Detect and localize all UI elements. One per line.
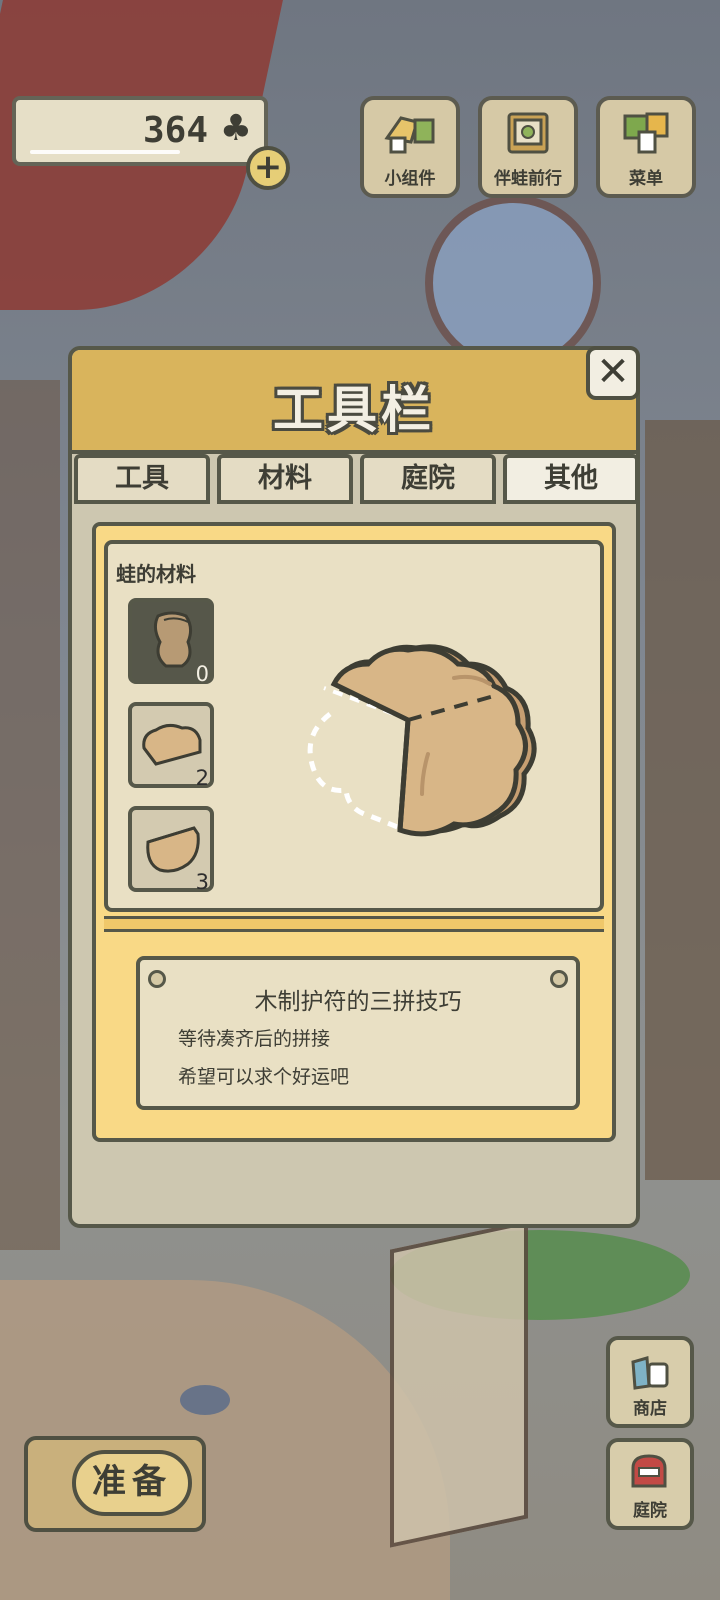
description-card: 木制护符的三拼技巧 等待凑齐后的拼接 希望可以求个好运吧	[136, 956, 580, 1110]
item-count: 0	[195, 662, 209, 686]
clover-counter: 364 ♣	[12, 96, 268, 166]
prepare-button[interactable]: 准备	[24, 1436, 206, 1532]
garden-button-label: 庭院	[633, 1501, 667, 1521]
travel-button-label: 伴蛙前行	[494, 169, 562, 189]
item-count: 3	[195, 870, 209, 894]
garden-mailbox-icon	[625, 1450, 675, 1494]
panel-divider	[104, 916, 604, 932]
left-shelf	[0, 380, 60, 1250]
description-line-1: 等待凑齐后的拼接	[178, 1028, 331, 1050]
shop-button[interactable]: 商店	[606, 1336, 694, 1428]
garden-button[interactable]: 庭院	[606, 1438, 694, 1530]
clover-icon: ♣	[219, 108, 252, 149]
item-slot-1[interactable]: 0	[128, 598, 214, 686]
clover-highlight	[30, 150, 180, 154]
tab-garden[interactable]: 庭院	[360, 454, 496, 504]
shop-bag-icon	[625, 1348, 675, 1392]
items-panel: 蛙的材料 0 2 3 木制护符的三拼技巧 等待凑齐后的拼接 希望可以求个好运吧	[92, 522, 616, 1142]
travel-button[interactable]: 伴蛙前行	[478, 96, 578, 198]
widget-icon	[381, 108, 439, 158]
category-label: 蛙的材料	[116, 562, 196, 586]
clover-count: 364	[142, 110, 208, 151]
widget-button[interactable]: 小组件	[360, 96, 460, 198]
item-slot-2[interactable]: 2	[128, 702, 214, 790]
toolbox-dialog: 工具栏 ✕ 工具 材料 庭院 其他 蛙的材料 0 2 3 木制护符的三拼技巧 等…	[68, 346, 640, 1228]
tab-tools[interactable]: 工具	[74, 454, 210, 504]
widget-button-label: 小组件	[384, 169, 436, 189]
description-line-2: 希望可以求个好运吧	[178, 1066, 350, 1088]
prepare-label: 准备	[72, 1450, 192, 1516]
blue-rock	[180, 1385, 230, 1415]
right-shelf	[645, 420, 720, 1180]
travel-album-icon	[499, 108, 557, 158]
item-count: 2	[195, 766, 209, 790]
menu-button[interactable]: 菜单	[596, 96, 696, 198]
menu-button-label: 菜单	[629, 169, 663, 189]
close-button[interactable]: ✕	[586, 346, 640, 400]
menu-cards-icon	[617, 108, 675, 158]
wood-amulet-piece-icon	[153, 611, 193, 668]
round-window	[425, 195, 601, 371]
wood-amulet-assembly-icon	[307, 644, 537, 837]
dialog-header: 工具栏	[72, 350, 636, 454]
dialog-title: 工具栏	[273, 381, 435, 439]
tab-other[interactable]: 其他	[503, 454, 639, 504]
description-title: 木制护符的三拼技巧	[254, 989, 462, 1015]
add-clover-button[interactable]: +	[246, 146, 290, 190]
item-slot-3[interactable]: 3	[128, 806, 214, 894]
item-preview-area: 蛙的材料 0 2 3	[104, 540, 604, 912]
shop-button-label: 商店	[633, 1399, 667, 1419]
folding-screen	[390, 1220, 528, 1548]
tab-materials[interactable]: 材料	[217, 454, 353, 504]
